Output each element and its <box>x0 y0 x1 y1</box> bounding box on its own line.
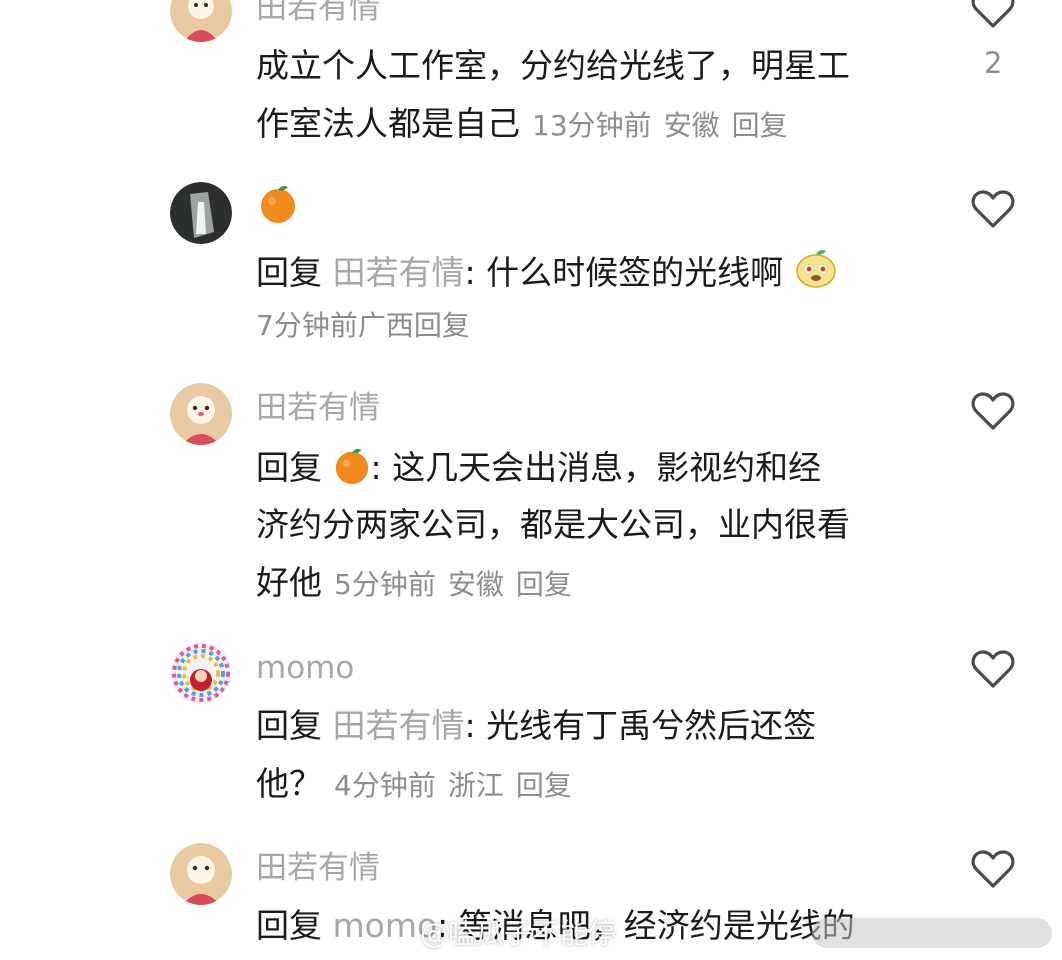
sticker-emoji-icon <box>794 246 838 299</box>
like-heart-icon[interactable] <box>970 646 1016 692</box>
comment-text: : 什么时候签的光线啊 <box>464 253 784 292</box>
like-heart-icon[interactable] <box>970 846 1016 892</box>
reply-button[interactable]: 回复 <box>516 568 572 601</box>
location: 浙江 <box>447 769 504 802</box>
avatar[interactable] <box>170 182 232 244</box>
reply-target-username[interactable]: 田若有情 <box>333 253 465 292</box>
avatar[interactable] <box>170 0 232 42</box>
location: 广西 <box>357 309 414 342</box>
avatar[interactable] <box>170 383 232 445</box>
comment-text-line: 作室法人都是自己 13分钟前 安徽 回复 <box>256 104 788 146</box>
reply-prefix: 回复 <box>256 253 322 292</box>
comment-text-line: 他？ 4分钟前 浙江 回复 <box>256 764 572 806</box>
comment-text-line: 好他 5分钟前 安徽 回复 <box>256 563 572 605</box>
comment-text-line: 回复 田若有情: 什么时候签的光线啊 <box>256 246 838 299</box>
comment-text-line: 回复 : 这几天会出消息，影视约和经 <box>256 447 821 494</box>
comment-text-line: 成立个人工作室，分约给光线了，明星工 <box>256 46 850 85</box>
avatar[interactable] <box>170 843 232 905</box>
timestamp: 13分钟前 <box>532 109 652 142</box>
watermark: @嗑瓜子不能停 <box>420 917 617 950</box>
username[interactable]: 田若有情 <box>256 0 380 28</box>
location: 安徽 <box>447 568 504 601</box>
reply-button[interactable]: 回复 <box>414 309 470 342</box>
reply-prefix: 回复 <box>256 448 322 487</box>
location: 安徽 <box>663 109 720 142</box>
timestamp: 5分钟前 <box>334 568 436 601</box>
username[interactable]: 田若有情 <box>256 848 380 888</box>
comment-text: : 这几天会出消息，影视约和经 <box>370 448 822 487</box>
reply-prefix: 回复 <box>256 906 322 945</box>
comment-text: : 光线有丁禹兮然后还签 <box>464 706 817 745</box>
comment-text: 他？ <box>256 764 322 803</box>
reply-prefix: 回复 <box>256 706 322 745</box>
avatar[interactable] <box>170 642 232 704</box>
reply-target-orange-emoji-icon[interactable] <box>333 447 371 494</box>
comment-meta: 7分钟前广西回复 <box>256 306 470 346</box>
reply-button[interactable]: 回复 <box>516 769 572 802</box>
comment-text-line: 回复 田若有情: 光线有丁禹兮然后还签 <box>256 706 816 746</box>
comment-text: 好他 <box>256 563 322 602</box>
like-count: 2 <box>984 46 1003 80</box>
reply-target-username[interactable]: 田若有情 <box>333 706 465 745</box>
reply-button[interactable]: 回复 <box>732 109 788 142</box>
like-heart-icon[interactable] <box>970 388 1016 434</box>
like-heart-icon[interactable] <box>970 186 1016 232</box>
watermark-blur <box>812 918 1052 948</box>
timestamp: 7分钟前 <box>256 309 358 342</box>
comment-text: 作室法人都是自己 <box>256 104 520 143</box>
username[interactable]: 田若有情 <box>256 388 380 428</box>
timestamp: 4分钟前 <box>334 769 436 802</box>
username[interactable]: momo <box>256 648 354 688</box>
like-heart-icon[interactable] <box>970 0 1016 32</box>
username-orange-emoji-icon[interactable] <box>258 184 298 224</box>
comment-text-line: 济约分两家公司，都是大公司，业内很看 <box>256 505 850 544</box>
